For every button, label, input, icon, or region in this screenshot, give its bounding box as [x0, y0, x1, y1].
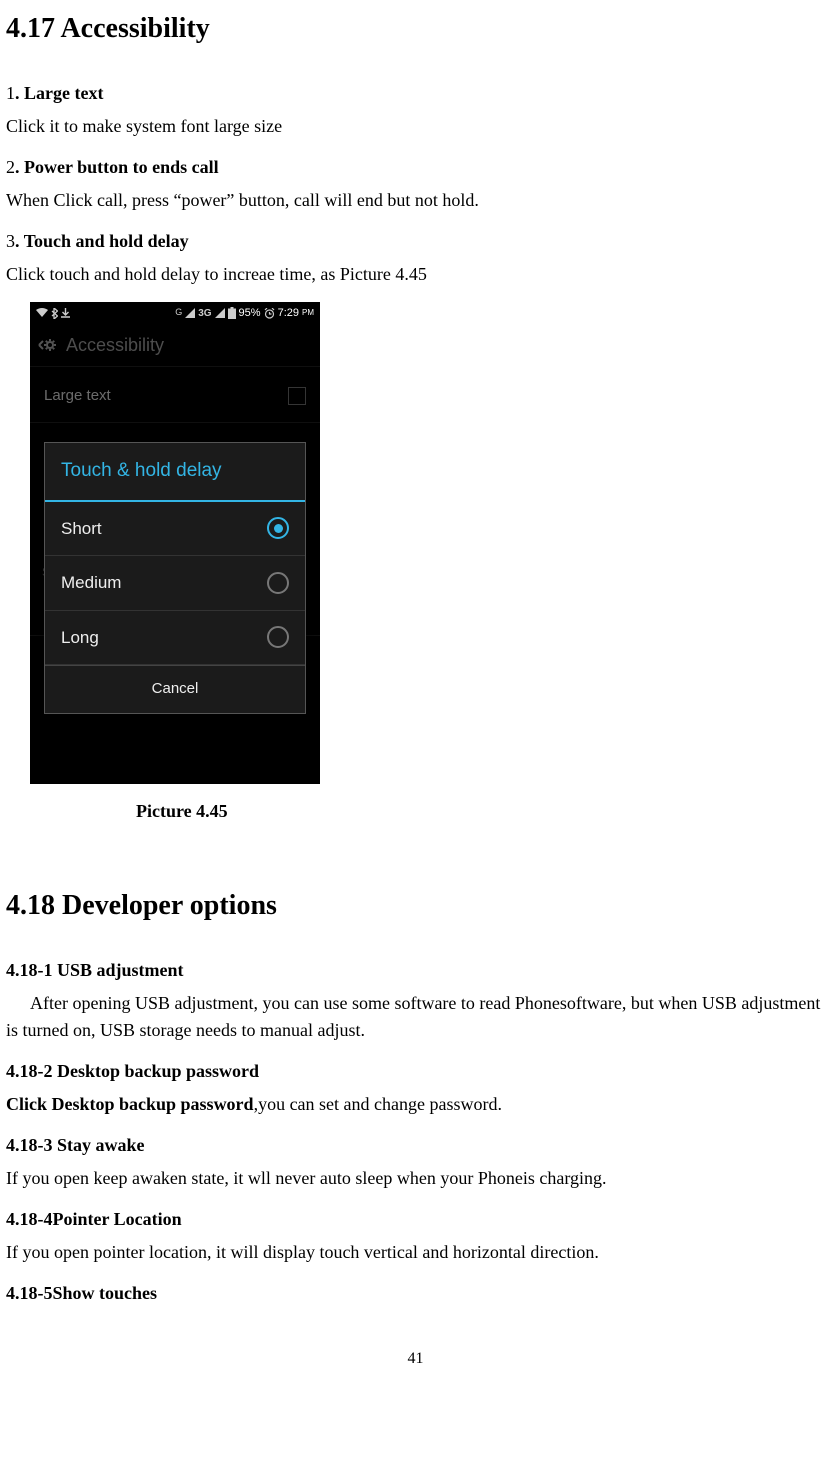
s4-body: If you open pointer location, it will di… [6, 1239, 825, 1266]
item3-number: 3 [6, 231, 15, 251]
radio-icon[interactable] [267, 626, 289, 648]
touch-hold-delay-dialog: Touch & hold delay Short Medium Long Can… [44, 442, 306, 714]
section-heading-4-18: 4.18 Developer options [6, 885, 825, 927]
item2-body: When Click call, press “power” button, c… [6, 187, 825, 214]
item1-title: . [15, 83, 24, 103]
item1-title-text: Large text [24, 83, 103, 103]
row-large-text-label: Large text [44, 385, 111, 408]
dialog-option-medium-label: Medium [61, 570, 121, 596]
status-ampm: PM [302, 307, 314, 319]
status-network-g: G [175, 306, 182, 320]
s5-title: 4.18-5Show touches [6, 1280, 825, 1307]
alarm-icon [264, 308, 275, 319]
page-number: 41 [6, 1347, 825, 1371]
signal-icon-2 [215, 308, 225, 318]
download-icon [61, 308, 70, 318]
item3-title: . [15, 231, 24, 251]
item1-number: 1 [6, 83, 15, 103]
dialog-option-short[interactable]: Short [45, 502, 305, 557]
item1-body: Click it to make system font large size [6, 113, 825, 140]
row-large-text[interactable]: Large text [30, 371, 320, 423]
s2-body-lead: Click Desktop backup password [6, 1094, 254, 1114]
bluetooth-icon [51, 308, 58, 319]
item3-body: Click touch and hold delay to increae ti… [6, 261, 825, 288]
s2-body-rest: ,you can set and change password. [254, 1094, 502, 1114]
item2-title: . [15, 157, 24, 177]
status-network-3g: 3G [198, 306, 211, 321]
dialog-option-short-label: Short [61, 516, 102, 542]
settings-back-icon[interactable] [36, 334, 58, 356]
section-heading-4-17: 4.17 Accessibility [6, 8, 825, 50]
figure-caption: Picture 4.45 [136, 798, 825, 825]
radio-icon[interactable] [267, 517, 289, 539]
dialog-option-medium[interactable]: Medium [45, 556, 305, 611]
dialog-option-long-label: Long [61, 625, 99, 651]
s4-title: 4.18-4Pointer Location [6, 1206, 825, 1233]
status-time: 7:29 [278, 305, 299, 322]
dialog-option-long[interactable]: Long [45, 611, 305, 666]
battery-icon [228, 307, 236, 319]
checkbox-icon[interactable] [288, 387, 306, 405]
s3-title: 4.18-3 Stay awake [6, 1132, 825, 1159]
item2-title-text: Power button to ends call [24, 157, 219, 177]
status-battery-pct: 95% [239, 305, 261, 322]
s3-body: If you open keep awaken state, it wll ne… [6, 1165, 825, 1192]
status-bar: G 3G 95% 7:29 PM [30, 302, 320, 324]
app-bar: Accessibility [30, 324, 320, 367]
item3-title-text: Touch and hold delay [24, 231, 189, 251]
dialog-title: Touch & hold delay [45, 443, 305, 502]
wifi-icon [36, 308, 48, 318]
s1-body: After opening USB adjustment, you can us… [6, 993, 820, 1040]
s2-title: 4.18-2 Desktop backup password [6, 1058, 825, 1085]
item2-number: 2 [6, 157, 15, 177]
phone-screenshot: G 3G 95% 7:29 PM Accessibility Large [30, 302, 320, 784]
dialog-cancel-button[interactable]: Cancel [45, 665, 305, 713]
app-bar-title: Accessibility [66, 332, 164, 359]
s1-title: 4.18-1 USB adjustment [6, 957, 825, 984]
signal-icon [185, 308, 195, 318]
radio-icon[interactable] [267, 572, 289, 594]
